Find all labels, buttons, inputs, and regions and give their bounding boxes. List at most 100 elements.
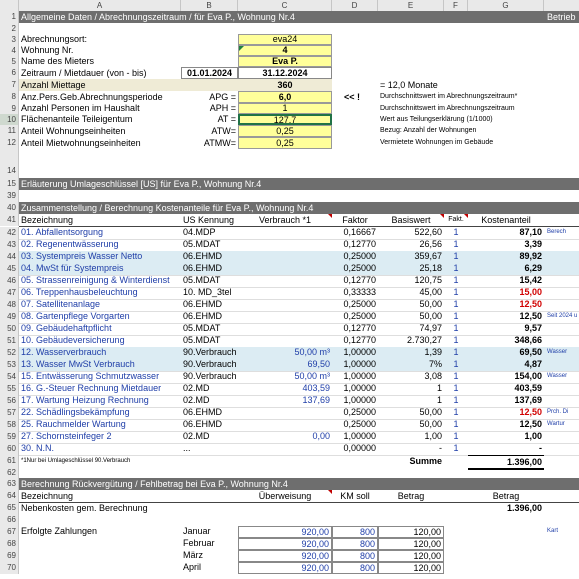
us-kennung-cell[interactable]: 06.EHMD [181, 311, 238, 322]
row-header[interactable]: 48 [0, 299, 19, 311]
row-header[interactable]: 15 [0, 178, 19, 190]
kostenanteil-cell[interactable]: 137,69 [468, 395, 544, 406]
kostenanteil-cell[interactable]: 15,42 [468, 275, 544, 286]
basiswert-cell[interactable]: 1,00 [378, 431, 444, 442]
kostenanteil-cell[interactable]: - [468, 443, 544, 454]
row-header[interactable]: 59 [0, 431, 19, 443]
side-note-cell[interactable]: Wasser [545, 371, 579, 382]
fakt-cell[interactable]: 1 [444, 371, 468, 382]
us-kennung-cell[interactable]: 06.EHMD [181, 407, 238, 418]
fakt-cell[interactable]: 1 [444, 407, 468, 418]
cost-name-cell[interactable]: 04. MwSt für Systempreis [19, 263, 181, 274]
faktor-cell[interactable]: 1,00000 [332, 431, 378, 442]
row-header[interactable]: 45 [0, 263, 19, 275]
row-header[interactable]: 66 [0, 514, 19, 526]
faktor-cell[interactable]: 1,00000 [332, 383, 378, 394]
month-cell[interactable]: Februar [181, 538, 238, 550]
row-header[interactable]: 7 [0, 79, 19, 91]
wohnung-nr-input[interactable]: 4 [238, 45, 332, 56]
km-soll-input[interactable]: 800 [332, 538, 378, 550]
month-cell[interactable]: Januar [181, 526, 238, 538]
faktor-cell[interactable]: 0,16667 [332, 227, 378, 238]
us-kennung-cell[interactable]: 10. MD_3tel [181, 287, 238, 298]
kostenanteil-cell[interactable]: 12,50 [468, 299, 544, 310]
row-header[interactable]: 8 [0, 91, 19, 103]
kostenanteil-cell[interactable]: 9,57 [468, 323, 544, 334]
side-note-cell[interactable]: Wasser [545, 347, 579, 358]
zeitraum-bis-input[interactable]: 31.12.2024 [238, 67, 332, 79]
cost-name-cell[interactable]: 22. Schädlingsbekämpfung [19, 407, 181, 418]
faktor-cell[interactable]: 1,00000 [332, 395, 378, 406]
faktor-cell[interactable]: 0,25000 [332, 419, 378, 430]
cost-name-cell[interactable]: 07. Satellitenanlage [19, 299, 181, 310]
us-kennung-cell[interactable]: 06.EHMD [181, 263, 238, 274]
row-header[interactable]: 40 [0, 202, 19, 214]
cost-name-cell[interactable]: 25. Rauchmelder Wartung [19, 419, 181, 430]
faktor-cell[interactable]: 1,00000 [332, 371, 378, 382]
zeitraum-von-input[interactable]: 01.01.2024 [181, 67, 238, 79]
row-header[interactable]: 5 [0, 56, 19, 67]
us-kennung-cell[interactable]: 90.Verbrauch [181, 371, 238, 382]
verbrauch-cell[interactable]: 403,59 [238, 383, 332, 394]
ueberweisung-input[interactable]: 920,00 [238, 538, 332, 550]
fakt-cell[interactable]: 1 [444, 287, 468, 298]
mieter-name-input[interactable]: Eva P. [238, 56, 332, 67]
km-soll-input[interactable]: 800 [332, 550, 378, 562]
month-cell[interactable]: April [181, 562, 238, 574]
column-header-e[interactable]: E [378, 0, 444, 11]
fakt-cell[interactable]: 1 [444, 395, 468, 406]
fakt-cell[interactable]: 1 [444, 359, 468, 370]
basiswert-cell[interactable]: 1 [378, 395, 444, 406]
row-header[interactable]: 60 [0, 443, 19, 455]
row-header[interactable]: 9 [0, 103, 19, 114]
us-kennung-cell[interactable]: 90.Verbrauch [181, 347, 238, 358]
cost-name-cell[interactable]: 08. Gartenpflege Vorgarten [19, 311, 181, 322]
cost-name-cell[interactable]: 16. G.-Steuer Rechnung Mietdauer [19, 383, 181, 394]
side-note-cell[interactable]: Wartur [545, 419, 579, 430]
cost-name-cell[interactable]: 05. Strassenreinigung & Winterdienst [19, 275, 181, 286]
row-header[interactable]: 54 [0, 371, 19, 383]
fakt-cell[interactable]: 1 [444, 311, 468, 322]
cost-name-cell[interactable]: 02. Regenentwässerung [19, 239, 181, 250]
row-header[interactable]: 11 [0, 125, 19, 137]
at-input-selected[interactable]: 127,7 [238, 114, 332, 125]
cost-name-cell[interactable]: 30. N.N. [19, 443, 181, 454]
row-header[interactable]: 47 [0, 287, 19, 299]
us-kennung-cell[interactable]: 06.EHMD [181, 251, 238, 262]
fakt-cell[interactable]: 1 [444, 251, 468, 262]
row-header[interactable]: 64 [0, 490, 19, 502]
row-header[interactable]: 61 [0, 455, 19, 467]
kostenanteil-cell[interactable]: 12,50 [468, 419, 544, 430]
select-all-corner[interactable] [0, 0, 19, 11]
basiswert-cell[interactable]: 50,00 [378, 299, 444, 310]
column-header-c[interactable]: C [238, 0, 332, 11]
column-header-d[interactable]: D [332, 0, 378, 11]
kostenanteil-cell[interactable]: 154,00 [468, 371, 544, 382]
row-header[interactable]: 55 [0, 383, 19, 395]
fakt-cell[interactable]: 1 [444, 227, 468, 238]
basiswert-cell[interactable]: 26,56 [378, 239, 444, 250]
us-kennung-cell[interactable]: 05.MDAT [181, 275, 238, 286]
basiswert-cell[interactable]: 522,60 [378, 227, 444, 238]
aph-input[interactable]: 1 [238, 103, 332, 114]
basiswert-cell[interactable]: 1,39 [378, 347, 444, 358]
cost-name-cell[interactable]: 10. Gebäudeversicherung [19, 335, 181, 346]
kostenanteil-cell[interactable]: 15,00 [468, 287, 544, 298]
cost-name-cell[interactable]: 09. Gebäudehaftpflicht [19, 323, 181, 334]
basiswert-cell[interactable]: 3,08 [378, 371, 444, 382]
us-kennung-cell[interactable]: 05.MDAT [181, 239, 238, 250]
faktor-cell[interactable]: 0,25000 [332, 311, 378, 322]
row-header[interactable]: 4 [0, 45, 19, 56]
betrag-cell[interactable]: 120,00 [378, 526, 444, 538]
column-header-g[interactable]: G [468, 0, 544, 11]
basiswert-cell[interactable]: 7% [378, 359, 444, 370]
faktor-cell[interactable]: 0,25000 [332, 251, 378, 262]
ueberweisung-input[interactable]: 920,00 [238, 550, 332, 562]
row-header[interactable]: 12 [0, 137, 19, 149]
basiswert-cell[interactable]: 359,67 [378, 251, 444, 262]
row-header[interactable]: 42 [0, 227, 19, 239]
column-header-b[interactable]: B [181, 0, 238, 11]
betrag-cell[interactable]: 120,00 [378, 562, 444, 574]
ueberweisung-input[interactable]: 920,00 [238, 526, 332, 538]
faktor-cell[interactable]: 0,33333 [332, 287, 378, 298]
